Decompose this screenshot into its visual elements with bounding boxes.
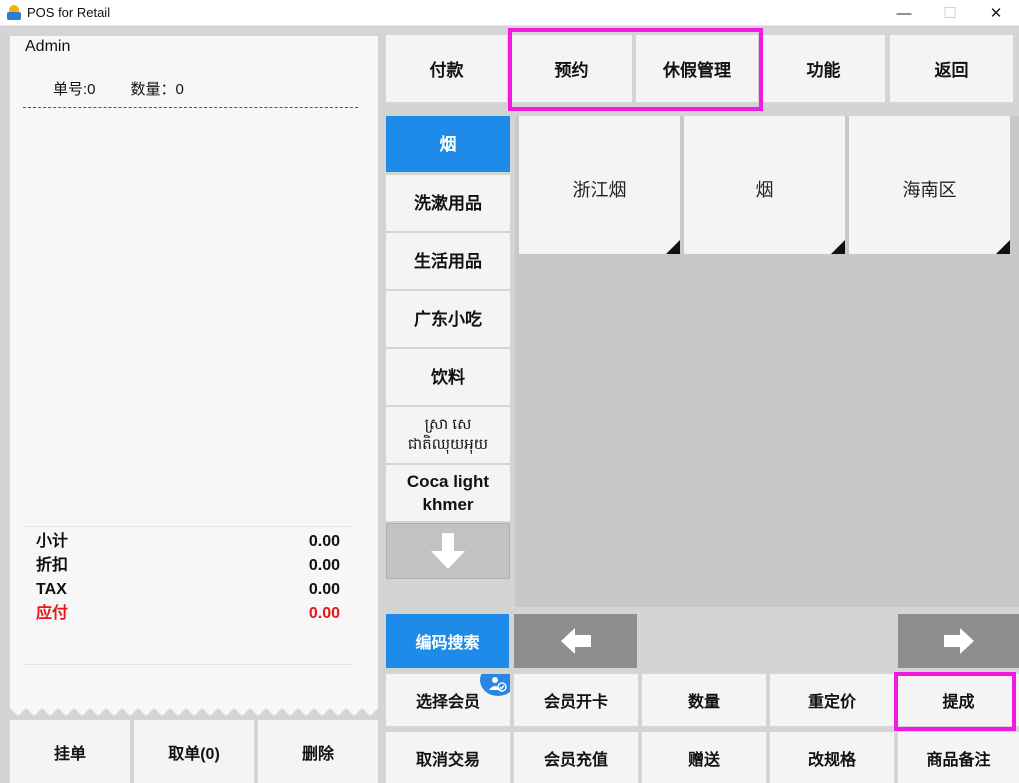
receipt-divider — [23, 107, 358, 108]
receipt-tear-edge — [10, 700, 378, 716]
receipt-panel: Admin 单号:0 数量：0 小计 0.00 折扣 0.00 TAX 0.00… — [10, 36, 378, 708]
order-number: 单号:0 — [53, 81, 96, 98]
title-bar: POS for Retail — ☐ ✕ — [0, 0, 1019, 26]
subtotal-label: 小计 — [36, 533, 69, 550]
category-khmer-liquor[interactable]: ស្រា សេជាតិឈុយអុយ — [386, 407, 510, 463]
discount-row: 折扣 0.00 — [24, 554, 352, 578]
amount-due-value: 0.00 — [308, 605, 340, 622]
minimize-button[interactable]: — — [881, 0, 927, 26]
commission-button[interactable]: 提成 — [898, 674, 1019, 726]
code-search-button[interactable]: 编码搜索 — [386, 614, 509, 668]
product-label: 浙江烟 — [572, 180, 627, 200]
product-tile[interactable]: 烟 — [684, 116, 845, 254]
discount-label: 折扣 — [36, 557, 69, 574]
category-drinks[interactable]: 饮料 — [386, 349, 510, 405]
receipt-meta: 单号:0 数量：0 — [53, 78, 184, 99]
retrieve-order-button[interactable]: 取单(0) — [134, 720, 254, 783]
hold-order-button[interactable]: 挂单 — [10, 720, 130, 783]
close-button[interactable]: ✕ — [973, 0, 1019, 26]
category-toiletries[interactable]: 洗漱用品 — [386, 175, 510, 231]
tax-label: TAX — [36, 581, 67, 598]
operator-name: Admin — [25, 38, 71, 55]
corner-marker-icon — [666, 240, 680, 254]
select-member-button[interactable]: 选择会员 — [386, 674, 510, 726]
page-next-button[interactable] — [898, 614, 1019, 668]
member-topup-button[interactable]: 会员充值 — [514, 732, 638, 783]
category-cantonese-snacks[interactable]: 广东小吃 — [386, 291, 510, 347]
select-member-label: 选择会员 — [415, 694, 480, 711]
corner-marker-icon — [996, 240, 1010, 254]
pay-button[interactable]: 付款 — [386, 35, 507, 102]
member-check-icon — [489, 677, 507, 692]
change-spec-button[interactable]: 改规格 — [770, 732, 894, 783]
back-button[interactable]: 返回 — [890, 35, 1013, 102]
functions-button[interactable]: 功能 — [762, 35, 885, 102]
quantity-button[interactable]: 数量 — [642, 674, 766, 726]
window-controls: — ☐ ✕ — [881, 0, 1019, 26]
tax-value: 0.00 — [308, 581, 340, 598]
amount-due-label: 应付 — [36, 605, 69, 622]
category-cigarettes[interactable]: 烟 — [386, 116, 510, 172]
arrow-right-icon — [943, 628, 974, 654]
item-quantity: 数量：0 — [130, 81, 184, 98]
totals-block: 小计 0.00 折扣 0.00 TAX 0.00 应付 0.00 — [24, 526, 352, 626]
product-tile[interactable]: 浙江烟 — [519, 116, 680, 254]
member-card-button[interactable]: 会员开卡 — [514, 674, 638, 726]
product-tile[interactable]: 海南区 — [849, 116, 1010, 254]
app-icon — [6, 4, 22, 21]
corner-marker-icon — [831, 240, 845, 254]
item-note-button[interactable]: 商品备注 — [898, 732, 1019, 783]
category-scroll-down[interactable] — [386, 523, 510, 579]
product-label: 烟 — [755, 180, 774, 200]
page-prev-button[interactable] — [514, 614, 637, 668]
category-coca-light[interactable]: Coca light khmer — [386, 465, 510, 521]
window-title: POS for Retail — [27, 5, 111, 20]
maximize-button: ☐ — [943, 5, 957, 22]
discount-value: 0.00 — [308, 557, 340, 574]
subtotal-value: 0.00 — [308, 533, 340, 550]
arrow-left-icon — [560, 628, 591, 654]
delete-button[interactable]: 删除 — [258, 720, 378, 783]
gift-button[interactable]: 赠送 — [642, 732, 766, 783]
tax-row: TAX 0.00 — [24, 578, 352, 602]
member-badge — [480, 674, 510, 696]
amount-due-row: 应付 0.00 — [24, 602, 352, 626]
subtotal-row: 小计 0.00 — [24, 530, 352, 554]
totals-divider — [24, 664, 352, 665]
category-household[interactable]: 生活用品 — [386, 233, 510, 289]
reprice-button[interactable]: 重定价 — [770, 674, 894, 726]
cancel-transaction-button[interactable]: 取消交易 — [386, 732, 510, 783]
holiday-management-button[interactable]: 休假管理 — [636, 35, 758, 102]
reserve-button[interactable]: 预约 — [511, 35, 632, 102]
arrow-down-icon — [431, 533, 465, 569]
receipt-actions: 挂单 取单(0) 删除 — [10, 720, 378, 783]
product-label: 海南区 — [902, 180, 957, 200]
